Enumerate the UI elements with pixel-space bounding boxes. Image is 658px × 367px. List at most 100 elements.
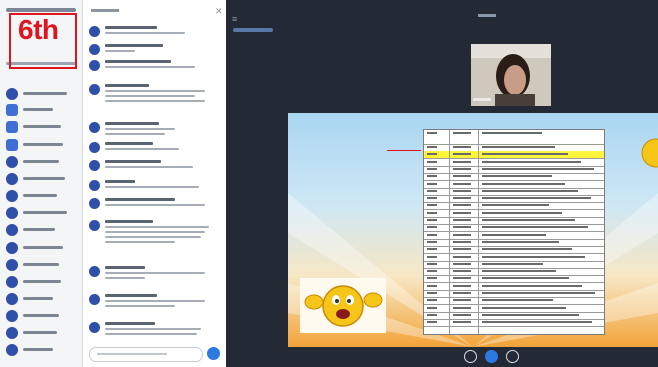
sender-name-placeholder <box>105 60 171 63</box>
user-list-item[interactable] <box>6 88 80 101</box>
sender-name-placeholder <box>105 84 149 87</box>
user-list-item[interactable] <box>6 190 80 203</box>
recording-indicator[interactable] <box>233 28 273 32</box>
avatar <box>6 104 18 116</box>
user-list-item[interactable] <box>6 156 80 169</box>
user-list-item[interactable] <box>6 224 80 237</box>
avatar <box>6 190 18 202</box>
message-text-placeholder <box>105 272 205 274</box>
user-name-placeholder <box>23 331 57 334</box>
message-text-placeholder <box>105 166 193 168</box>
avatar <box>6 259 18 271</box>
slide-table <box>423 129 605 335</box>
message-text-placeholder <box>105 100 205 102</box>
avatar <box>89 160 100 171</box>
sender-name-placeholder <box>105 160 161 163</box>
sender-name-placeholder <box>105 266 145 269</box>
avatar <box>89 44 100 55</box>
avatar <box>89 60 100 71</box>
user-name-placeholder <box>23 194 57 197</box>
message-text-placeholder <box>105 241 175 243</box>
message-text-placeholder <box>105 148 179 150</box>
user-list-item[interactable] <box>6 242 80 255</box>
message-text-placeholder <box>105 231 205 233</box>
chat-message-input[interactable] <box>89 347 203 362</box>
camera-icon[interactable] <box>506 350 519 363</box>
user-list-item[interactable] <box>6 276 80 289</box>
user-list-item[interactable] <box>6 293 80 306</box>
message-text-placeholder <box>105 236 201 238</box>
user-name-placeholder <box>23 297 53 300</box>
avatar <box>6 310 18 322</box>
thumbs-up-emoji-partial <box>641 138 658 168</box>
user-name-placeholder <box>23 246 63 249</box>
hamburger-menu-icon[interactable]: ≡ <box>232 14 237 24</box>
avatar <box>89 26 100 37</box>
user-name-placeholder <box>23 177 65 180</box>
send-icon[interactable] <box>207 347 220 360</box>
user-list-item[interactable] <box>6 259 80 272</box>
microphone-icon[interactable] <box>464 350 477 363</box>
user-name-placeholder <box>23 228 55 231</box>
message-text-placeholder <box>105 32 185 34</box>
user-list-item[interactable] <box>6 139 80 152</box>
user-name-placeholder <box>23 263 59 266</box>
presentation-slide <box>288 113 658 347</box>
chat-header <box>91 9 119 12</box>
users-header <box>6 8 76 12</box>
table-column-divider <box>449 130 450 334</box>
sender-name-placeholder <box>105 180 135 183</box>
user-list-item[interactable] <box>6 344 80 357</box>
sender-name-placeholder <box>105 322 155 325</box>
avatar <box>6 207 18 219</box>
public-chat-panel: ✕ <box>83 0 227 367</box>
avatar <box>6 242 18 254</box>
message-text-placeholder <box>105 128 175 130</box>
avatar <box>6 276 18 288</box>
avatar <box>89 322 100 333</box>
message-text-placeholder <box>105 277 145 279</box>
avatar <box>6 344 18 356</box>
avatar <box>6 139 18 151</box>
sender-name-placeholder <box>105 44 163 47</box>
media-controls <box>226 347 658 367</box>
avatar <box>89 180 100 191</box>
phone-icon[interactable] <box>485 350 498 363</box>
avatar <box>6 293 18 305</box>
table-header-row <box>424 130 604 145</box>
user-list-item[interactable] <box>6 310 80 323</box>
message-text-placeholder <box>105 333 197 335</box>
message-text-placeholder <box>105 90 205 92</box>
sender-name-placeholder <box>105 142 153 145</box>
message-text-placeholder <box>105 133 165 135</box>
user-name-placeholder <box>23 143 63 146</box>
user-list-item[interactable] <box>6 207 80 220</box>
avatar <box>6 173 18 185</box>
presentation-area: ≡ <box>226 0 658 367</box>
table-row <box>424 319 604 328</box>
message-text-placeholder <box>105 66 195 68</box>
thumbs-up-emoji <box>300 278 386 333</box>
laser-pointer <box>387 150 421 151</box>
avatar <box>89 220 100 231</box>
avatar <box>6 121 18 133</box>
avatar <box>89 266 100 277</box>
user-list-item[interactable] <box>6 121 80 134</box>
user-list-item[interactable] <box>6 104 80 117</box>
sender-name-placeholder <box>105 122 159 125</box>
avatar <box>89 294 100 305</box>
user-name-placeholder <box>23 314 59 317</box>
user-name-placeholder <box>23 211 67 214</box>
avatar <box>6 156 18 168</box>
user-name-placeholder <box>23 92 67 95</box>
message-text-placeholder <box>105 204 205 206</box>
message-text-placeholder <box>105 300 205 302</box>
avatar <box>6 327 18 339</box>
user-list-item[interactable] <box>6 173 80 186</box>
webcam-video[interactable] <box>471 44 551 106</box>
user-list-item[interactable] <box>6 327 80 340</box>
user-name-placeholder <box>23 280 61 283</box>
table-column-divider <box>478 130 479 334</box>
close-icon[interactable]: ✕ <box>215 6 223 17</box>
meeting-title <box>478 14 496 17</box>
